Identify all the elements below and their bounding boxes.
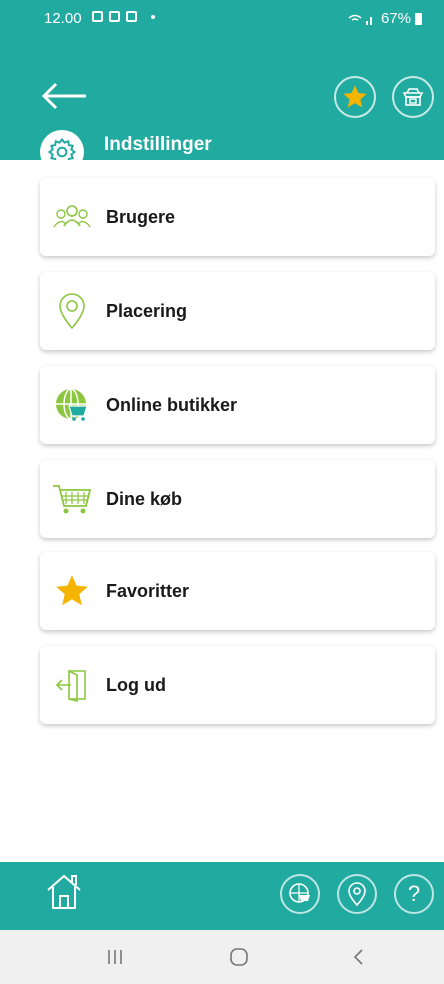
home-icon[interactable] — [44, 872, 84, 912]
menu-item-label: Brugere — [106, 207, 176, 227]
menu-item-label: Placering — [106, 301, 188, 321]
menu-item-label: Favoritter — [106, 581, 190, 601]
back-arrow-icon[interactable] — [40, 78, 90, 114]
home-circle-icon — [230, 948, 248, 966]
shops-button[interactable] — [392, 76, 434, 118]
app-header: Indstillinger — [0, 38, 444, 174]
home-nav-button[interactable] — [224, 944, 254, 970]
help-button[interactable]: ? — [394, 874, 434, 914]
signal-icon — [348, 14, 372, 25]
menu-item-online-shops[interactable]: Online butikker — [40, 366, 435, 444]
star-icon — [50, 569, 94, 613]
calendar-notification-icon — [126, 11, 137, 22]
star-icon — [343, 85, 367, 108]
page-title: Indstillinger — [104, 134, 212, 155]
menu-item-label: Log ud — [106, 675, 166, 695]
back-nav-button[interactable] — [344, 944, 374, 970]
shop-icon — [402, 88, 424, 106]
recent-apps-icon — [108, 950, 122, 964]
status-bar: 12.00 67% — [0, 0, 444, 38]
menu-item-label: Online butikker — [106, 395, 238, 415]
online-shops-button[interactable] — [280, 874, 320, 914]
menu-item-favorites[interactable]: Favoritter — [40, 552, 435, 630]
status-right: 67% — [347, 10, 422, 27]
system-navigation-bar — [0, 930, 444, 984]
online-shop-icon — [50, 383, 94, 427]
recent-apps-button[interactable] — [100, 944, 130, 970]
menu-item-location[interactable]: Placering — [40, 272, 435, 350]
menu-item-logout[interactable]: Log ud — [40, 646, 435, 724]
favorites-button[interactable] — [334, 76, 376, 118]
menu-item-purchases[interactable]: Dine køb — [40, 460, 435, 538]
users-icon — [50, 195, 94, 239]
more-notifications-icon — [151, 14, 155, 19]
battery-percent: 67% — [380, 10, 411, 27]
shopping-cart-icon — [50, 477, 94, 521]
status-time: 12.00 — [44, 10, 82, 27]
battery-icon — [415, 12, 422, 25]
gallery-notification-icon — [92, 11, 103, 22]
menu-item-label: Dine køb — [106, 489, 183, 509]
menu-item-users[interactable]: Brugere — [40, 178, 435, 256]
location-pin-icon — [50, 289, 94, 333]
settings-content: Brugere Placering Online butikker Dine k… — [0, 160, 444, 862]
bottom-bar: ? — [0, 862, 444, 930]
notification-icons — [92, 11, 155, 22]
logout-icon — [50, 663, 94, 707]
mail-notification-icon — [109, 11, 120, 22]
online-shop-icon — [289, 883, 310, 903]
location-pin-icon — [348, 882, 366, 906]
question-mark-icon: ? — [407, 881, 421, 906]
chevron-left-icon — [353, 949, 363, 965]
location-button[interactable] — [337, 874, 377, 914]
